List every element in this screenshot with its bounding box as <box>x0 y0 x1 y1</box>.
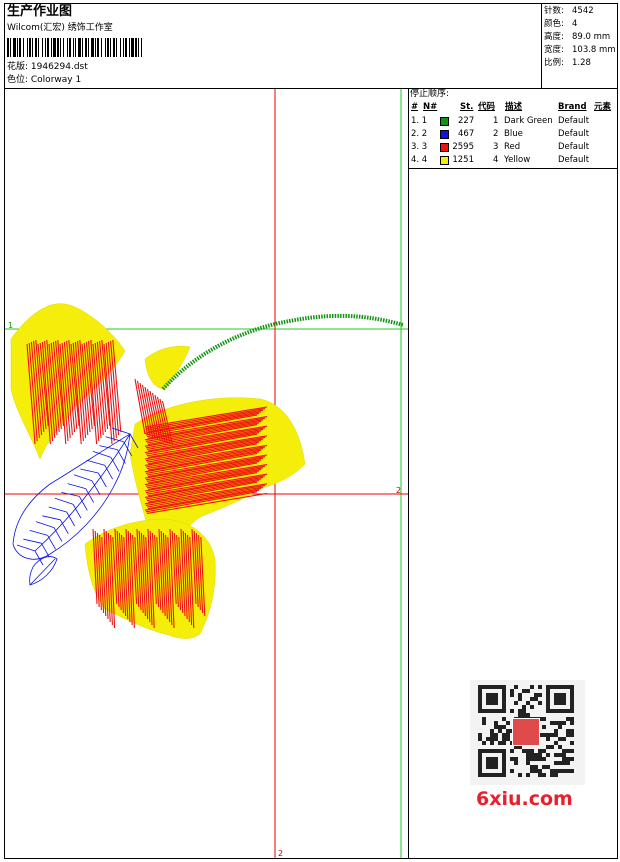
stop-table-bottom <box>408 168 618 169</box>
col-brand: Brand <box>558 102 587 112</box>
stat-scale-label: 比例: <box>544 58 564 68</box>
row-stitches: 467 <box>458 129 475 139</box>
stop-sequence-title: 停止顺序: <box>410 89 450 99</box>
stat-stitch-label: 针数: <box>544 6 564 16</box>
col-element: 元素 <box>594 102 612 112</box>
page-title: 生产作业图 <box>7 4 73 19</box>
row-brand: Default <box>558 129 590 139</box>
panel-divider <box>408 88 409 859</box>
guide-marker-h1: 1 <box>8 321 14 330</box>
design-file-label: 花版: 1946294.dst <box>7 62 88 72</box>
col-stitches: St. <box>460 102 474 112</box>
stat-colors-value: 4 <box>572 19 578 29</box>
stat-colors-label: 颜色: <box>544 19 564 29</box>
barcode <box>7 38 142 57</box>
row-desc: Yellow <box>504 155 531 165</box>
col-desc: 描述 <box>505 102 523 112</box>
col-code: 代码 <box>478 102 496 112</box>
stat-height-label: 高度: <box>544 32 564 42</box>
row-code: 2 <box>493 129 499 139</box>
qr-code-watermark <box>470 680 585 785</box>
row-desc: Blue <box>504 129 523 139</box>
color-swatch <box>440 143 449 152</box>
row-code: 4 <box>493 155 499 165</box>
row-stitches: 227 <box>458 116 475 126</box>
row-brand: Default <box>558 142 590 152</box>
row-index: 1. 1 <box>411 116 428 126</box>
col-needle: N# <box>423 102 438 112</box>
design-canvas <box>5 89 408 858</box>
guide-marker-h2: 2 <box>396 486 402 495</box>
colorway-label: 色位: Colorway 1 <box>7 75 82 85</box>
row-desc: Dark Green <box>504 116 553 126</box>
green-stem <box>161 313 404 391</box>
row-index: 4. 4 <box>411 155 428 165</box>
row-index: 2. 2 <box>411 129 428 139</box>
guide-marker-v2: 2 <box>278 849 284 858</box>
embroidery-artwork <box>5 89 408 858</box>
qr-center-logo <box>512 718 540 746</box>
row-index: 3. 3 <box>411 142 428 152</box>
stat-height-value: 89.0 mm <box>572 32 611 42</box>
studio-name: Wilcom(汇宏) 绣饰工作室 <box>7 23 113 33</box>
row-stitches: 2595 <box>452 142 474 152</box>
col-hash: # <box>411 102 419 112</box>
stat-scale-value: 1.28 <box>572 58 591 68</box>
row-brand: Default <box>558 116 590 126</box>
color-swatch <box>440 117 449 126</box>
row-code: 3 <box>493 142 499 152</box>
stat-width-label: 宽度: <box>544 45 564 55</box>
row-desc: Red <box>504 142 521 152</box>
row-code: 1 <box>493 116 499 126</box>
color-swatch <box>440 130 449 139</box>
stat-stitch-value: 4542 <box>572 6 594 16</box>
stat-width-value: 103.8 mm <box>572 45 616 55</box>
row-brand: Default <box>558 155 590 165</box>
row-stitches: 1251 <box>452 155 474 165</box>
color-swatch <box>440 156 449 165</box>
stats-divider <box>541 3 542 89</box>
watermark-site: 6xiu.com <box>476 788 573 810</box>
